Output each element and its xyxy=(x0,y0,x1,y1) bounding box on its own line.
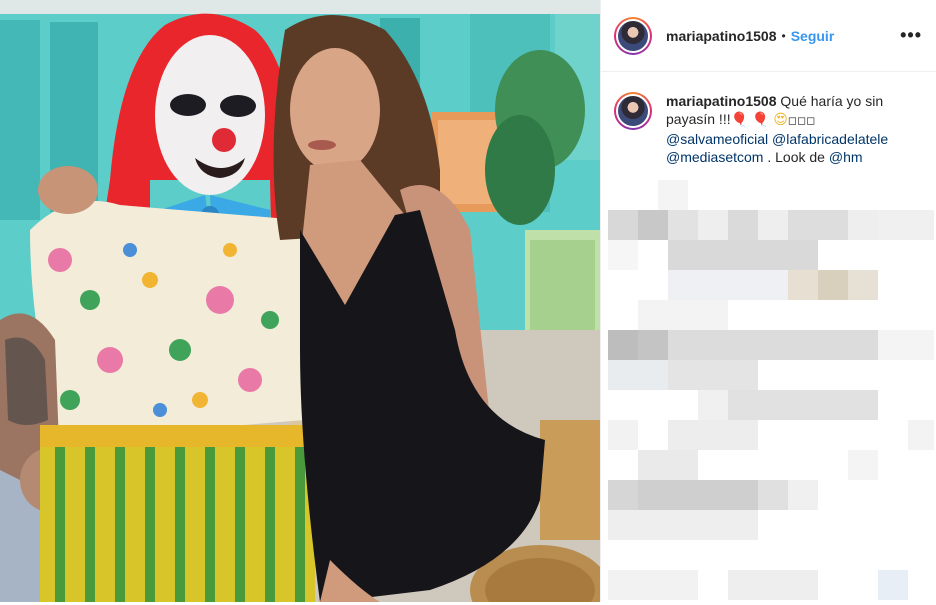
header-username[interactable]: mariapatino1508 xyxy=(666,28,777,44)
profile-avatar[interactable] xyxy=(614,16,652,55)
caption-text: mariapatino1508 Qué haría yo sin payasín… xyxy=(666,92,916,166)
brand-mention-link[interactable]: @hm xyxy=(829,149,863,165)
caption-username[interactable]: mariapatino1508 xyxy=(666,93,777,109)
balloon-emoji: 🎈 xyxy=(751,111,770,127)
post-sidebar: mariapatino1508 • Seguir ••• mariapatino… xyxy=(600,0,936,602)
blurred-comments xyxy=(608,180,934,600)
look-text: . Look de xyxy=(767,149,825,165)
heart-eyes-emoji: 😍 xyxy=(773,111,788,127)
avatar-image xyxy=(616,94,650,128)
header-separator: • xyxy=(781,28,786,43)
mention-link[interactable]: @lafabricadelatele xyxy=(772,131,888,147)
pixelated-comments xyxy=(608,180,934,600)
avatar-image xyxy=(616,18,650,53)
caption-avatar[interactable] xyxy=(614,92,652,130)
post-photo[interactable] xyxy=(0,0,600,602)
post-caption: mariapatino1508 Qué haría yo sin payasín… xyxy=(601,72,936,166)
follow-button[interactable]: Seguir xyxy=(791,28,835,44)
missing-glyph-boxes: ◻◻◻ xyxy=(787,115,816,127)
mention-link[interactable]: @salvameoficial xyxy=(666,131,768,147)
balloon-emoji: 🎈 xyxy=(730,111,749,127)
mention-link[interactable]: @mediasetcom xyxy=(666,149,763,165)
post-header: mariapatino1508 • Seguir ••• xyxy=(601,0,936,72)
photo-illustration xyxy=(0,0,600,602)
more-options-icon[interactable]: ••• xyxy=(900,25,922,46)
